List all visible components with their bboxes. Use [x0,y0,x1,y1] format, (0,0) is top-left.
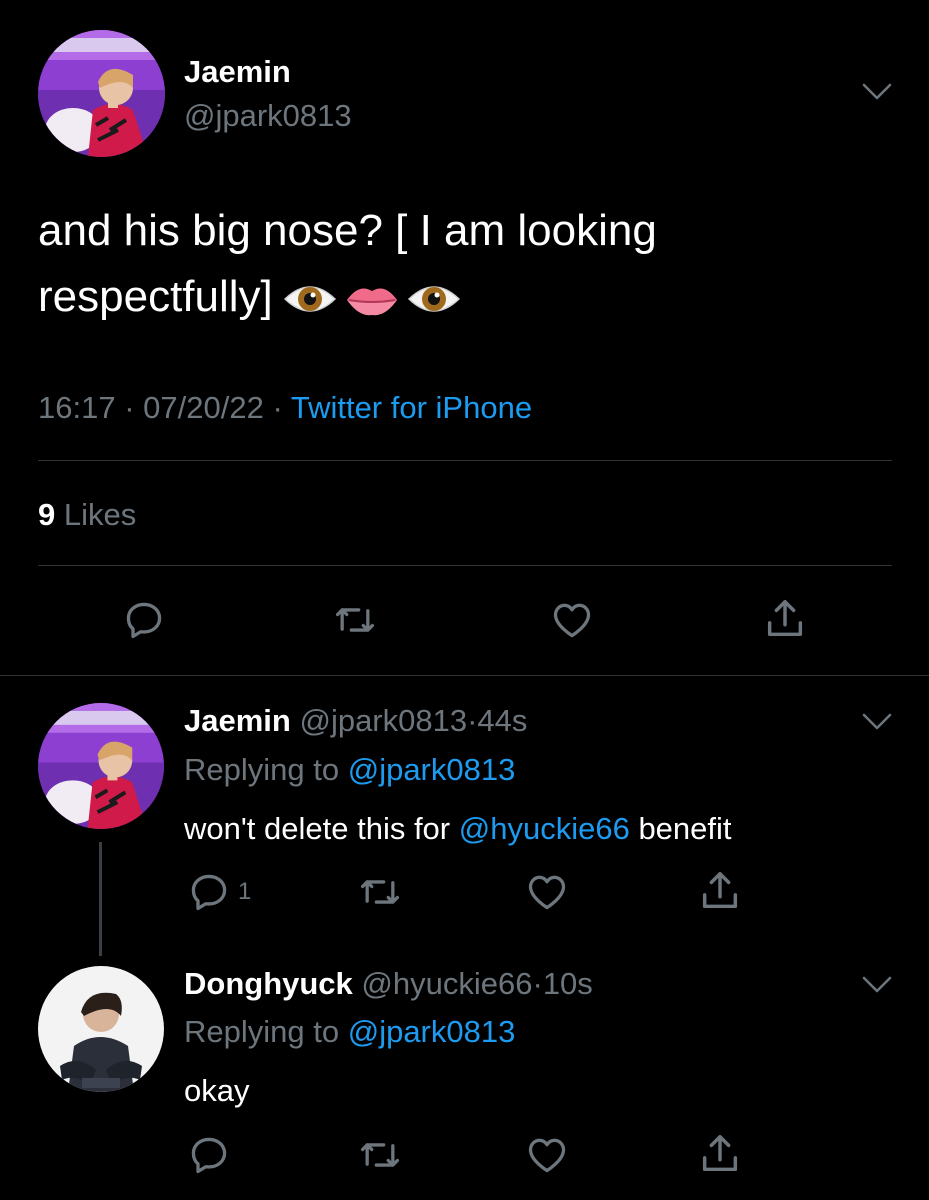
retweet-button[interactable] [330,598,380,642]
reply-icon [126,602,162,639]
tweet-time: 16:17 [38,390,116,425]
likes-summary[interactable]: 9 Likes [38,497,136,533]
reply-button[interactable]: 1 [186,870,251,914]
reply-handle[interactable]: @hyuckie66 [361,966,532,1001]
like-button[interactable] [548,598,596,642]
share-button[interactable] [697,868,743,914]
reply-mention[interactable]: @hyuckie66 [459,811,630,846]
main-handle[interactable]: @jpark0813 [184,98,352,134]
reply-handle[interactable]: @jpark0813 [299,703,467,738]
likes-count: 9 [38,497,56,532]
tweet-date[interactable]: 07/20/22 [143,390,264,425]
like-icon [528,875,566,910]
retweet-icon [360,880,400,904]
share-icon [702,872,738,909]
divider [38,565,892,566]
share-icon [767,600,803,637]
emoji-row [283,279,461,319]
reply-count: 1 [238,878,252,905]
tweet-meta: 16:17 · 07/20/22 · Twitter for iPhone [38,390,532,426]
divider [38,460,892,461]
reply-header: Jaemin @jpark0813·44s [184,703,527,739]
reply-icon [191,1137,227,1174]
retweet-button[interactable] [355,1133,405,1177]
lips-emoji-icon [346,288,397,316]
main-avatar[interactable] [38,30,165,157]
chevron-down-icon[interactable] [862,82,892,107]
separator-dot: · [467,703,478,738]
reply-icon [191,874,227,911]
like-button[interactable] [523,1133,571,1177]
reply-text-after: benefit [638,811,732,846]
reply-age[interactable]: 10s [543,966,593,1001]
main-display-name[interactable]: Jaemin [184,54,291,90]
reply-avatar[interactable] [38,703,164,829]
separator-dot: · [532,966,543,1001]
share-icon [702,1135,738,1172]
tweet-text: and his big nose? [ I am looking respect… [38,198,898,330]
replying-to-mention[interactable]: @jpark0813 [348,1014,516,1049]
eye-emoji-icon [283,286,336,313]
likes-label: Likes [63,497,137,532]
share-button[interactable] [762,596,808,642]
thread-connector [99,842,102,956]
replying-to: Replying to @jpark0813 [184,752,515,788]
reply-display-name[interactable]: Donghyuck [184,966,353,1001]
retweet-icon [360,1143,400,1167]
replying-to-label: Replying to [184,1014,340,1049]
reply-button[interactable] [186,1133,232,1177]
like-icon [528,1138,566,1173]
tweet-source[interactable]: Twitter for iPhone [291,390,532,425]
replying-to-mention[interactable]: @jpark0813 [348,752,516,787]
separator-dot: · [124,390,135,425]
chevron-down-icon[interactable] [862,712,892,737]
like-button[interactable] [523,870,571,914]
reply-age[interactable]: 44s [477,703,527,738]
like-icon [553,603,591,638]
reply-text: okay [184,1073,250,1108]
reply-header: Donghyuck @hyuckie66·10s [184,966,593,1002]
reply-avatar[interactable] [38,966,164,1092]
reply-button[interactable] [121,598,167,642]
chevron-down-icon[interactable] [862,975,892,1000]
eye-emoji-icon [407,286,460,313]
divider [0,675,929,676]
replying-to: Replying to @jpark0813 [184,1014,515,1050]
separator-dot: · [272,390,283,425]
reply-display-name[interactable]: Jaemin [184,703,291,738]
share-button[interactable] [697,1131,743,1177]
retweet-button[interactable] [355,870,405,914]
replying-to-label: Replying to [184,752,340,787]
retweet-icon [335,608,375,632]
reply-text: won't delete this for @hyuckie66 benefit [184,811,732,847]
reply-text-before: won't delete this for [184,811,451,846]
